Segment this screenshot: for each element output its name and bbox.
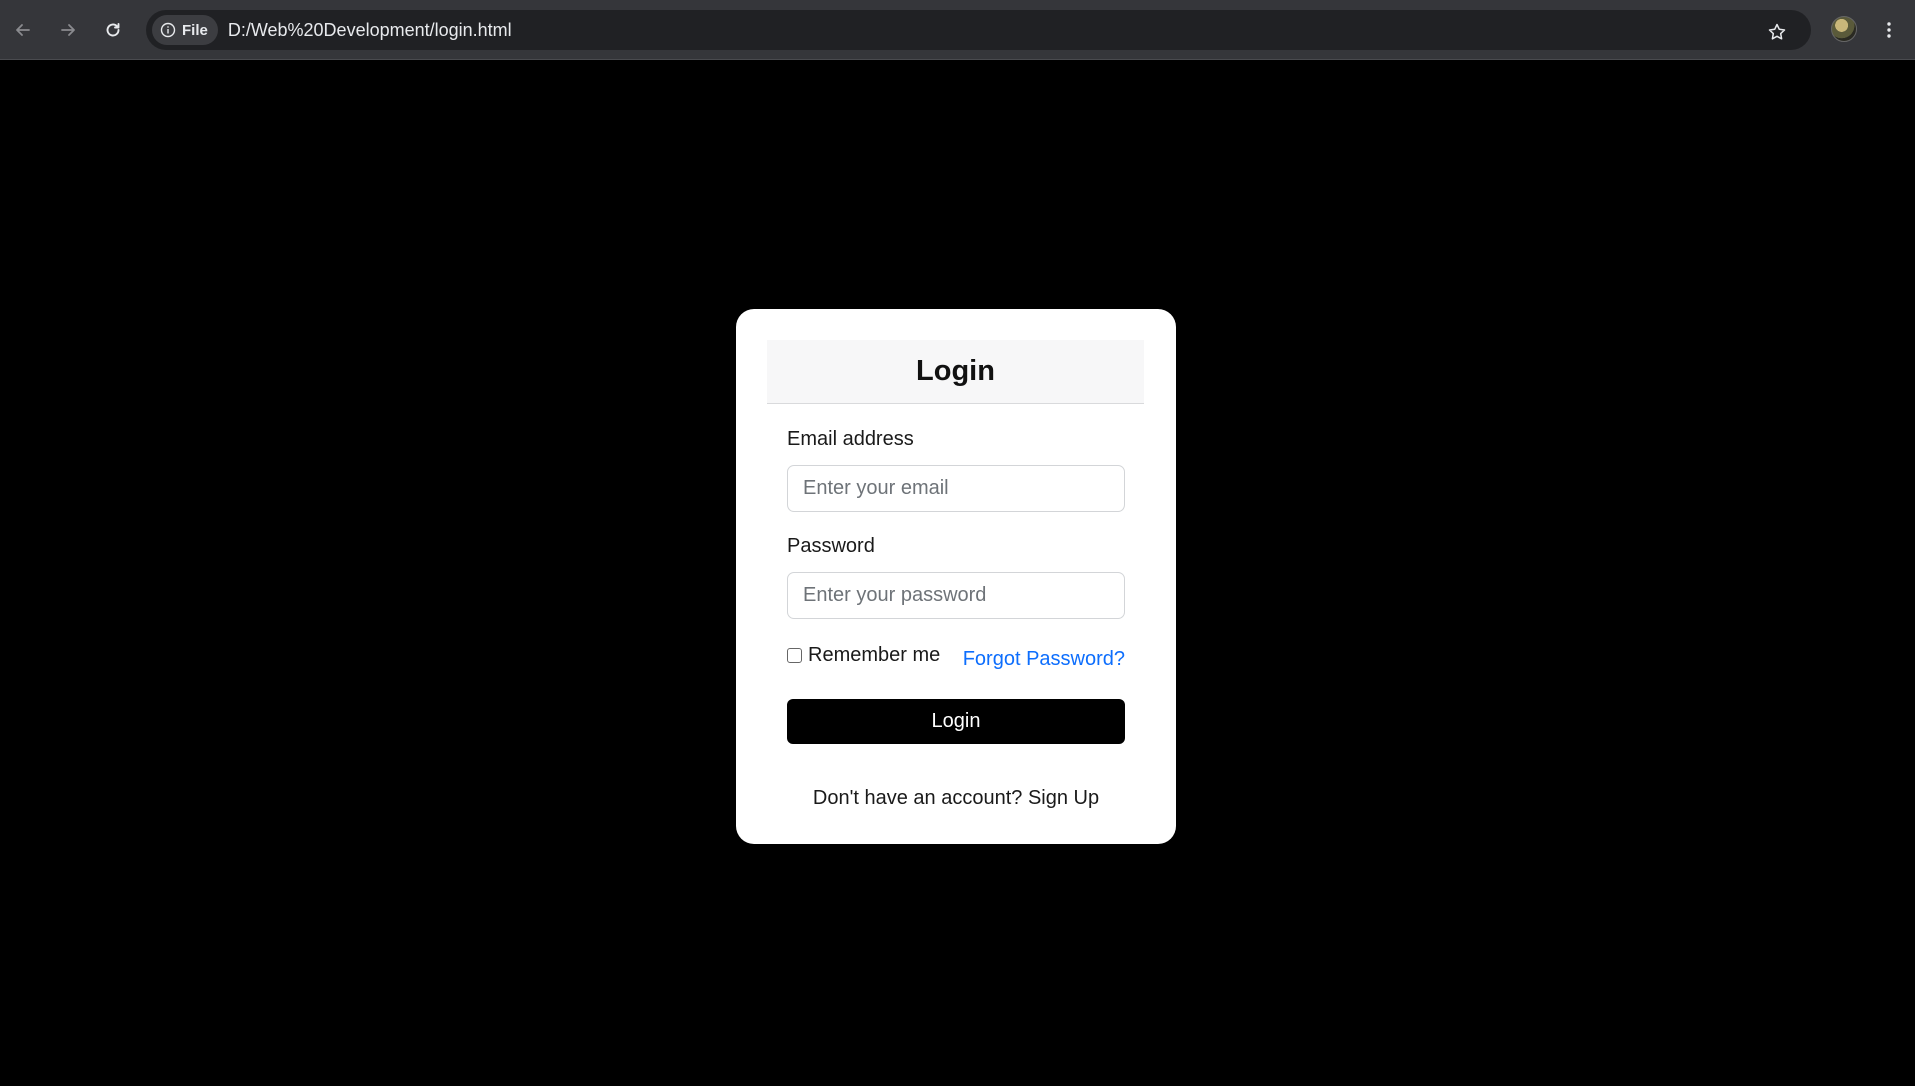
arrow-left-icon	[16, 24, 30, 36]
signup-prompt-text: Don't have an account?	[812, 787, 1023, 809]
bookmark-button[interactable]	[1759, 14, 1795, 50]
forgot-password-link[interactable]: Forgot Password?	[963, 648, 1125, 671]
remember-me-row: Remember me	[787, 644, 940, 667]
site-chip-label: File	[182, 21, 208, 39]
info-icon	[160, 22, 176, 38]
remember-me-label[interactable]: Remember me	[808, 644, 940, 667]
email-field[interactable]	[787, 465, 1125, 512]
star-icon	[1768, 23, 1786, 40]
login-card: Login Email address Password Remember me…	[736, 309, 1176, 844]
password-field[interactable]	[787, 572, 1125, 619]
browser-toolbar: File D:/Web%20Development/login.html	[0, 0, 1915, 60]
browser-menu-button[interactable]	[1871, 12, 1907, 48]
login-button[interactable]: Login	[787, 699, 1125, 744]
kebab-menu-icon	[1887, 22, 1891, 38]
reload-button[interactable]	[95, 12, 131, 48]
password-label: Password	[787, 535, 875, 557]
arrow-right-icon	[61, 24, 75, 36]
url-text[interactable]: D:/Web%20Development/login.html	[228, 20, 512, 41]
forward-button[interactable]	[50, 12, 86, 48]
reload-icon	[106, 23, 120, 37]
address-bar[interactable]: File D:/Web%20Development/login.html	[146, 10, 1811, 50]
signup-prompt-row: Don't have an account? Sign Up	[736, 787, 1176, 810]
signup-link[interactable]: Sign Up	[1028, 787, 1099, 809]
email-label: Email address	[787, 428, 914, 450]
back-button[interactable]	[5, 12, 41, 48]
site-info-chip[interactable]: File	[152, 15, 218, 45]
login-title: Login	[767, 340, 1144, 404]
remember-me-checkbox[interactable]	[787, 648, 802, 663]
profile-avatar[interactable]	[1831, 16, 1857, 42]
